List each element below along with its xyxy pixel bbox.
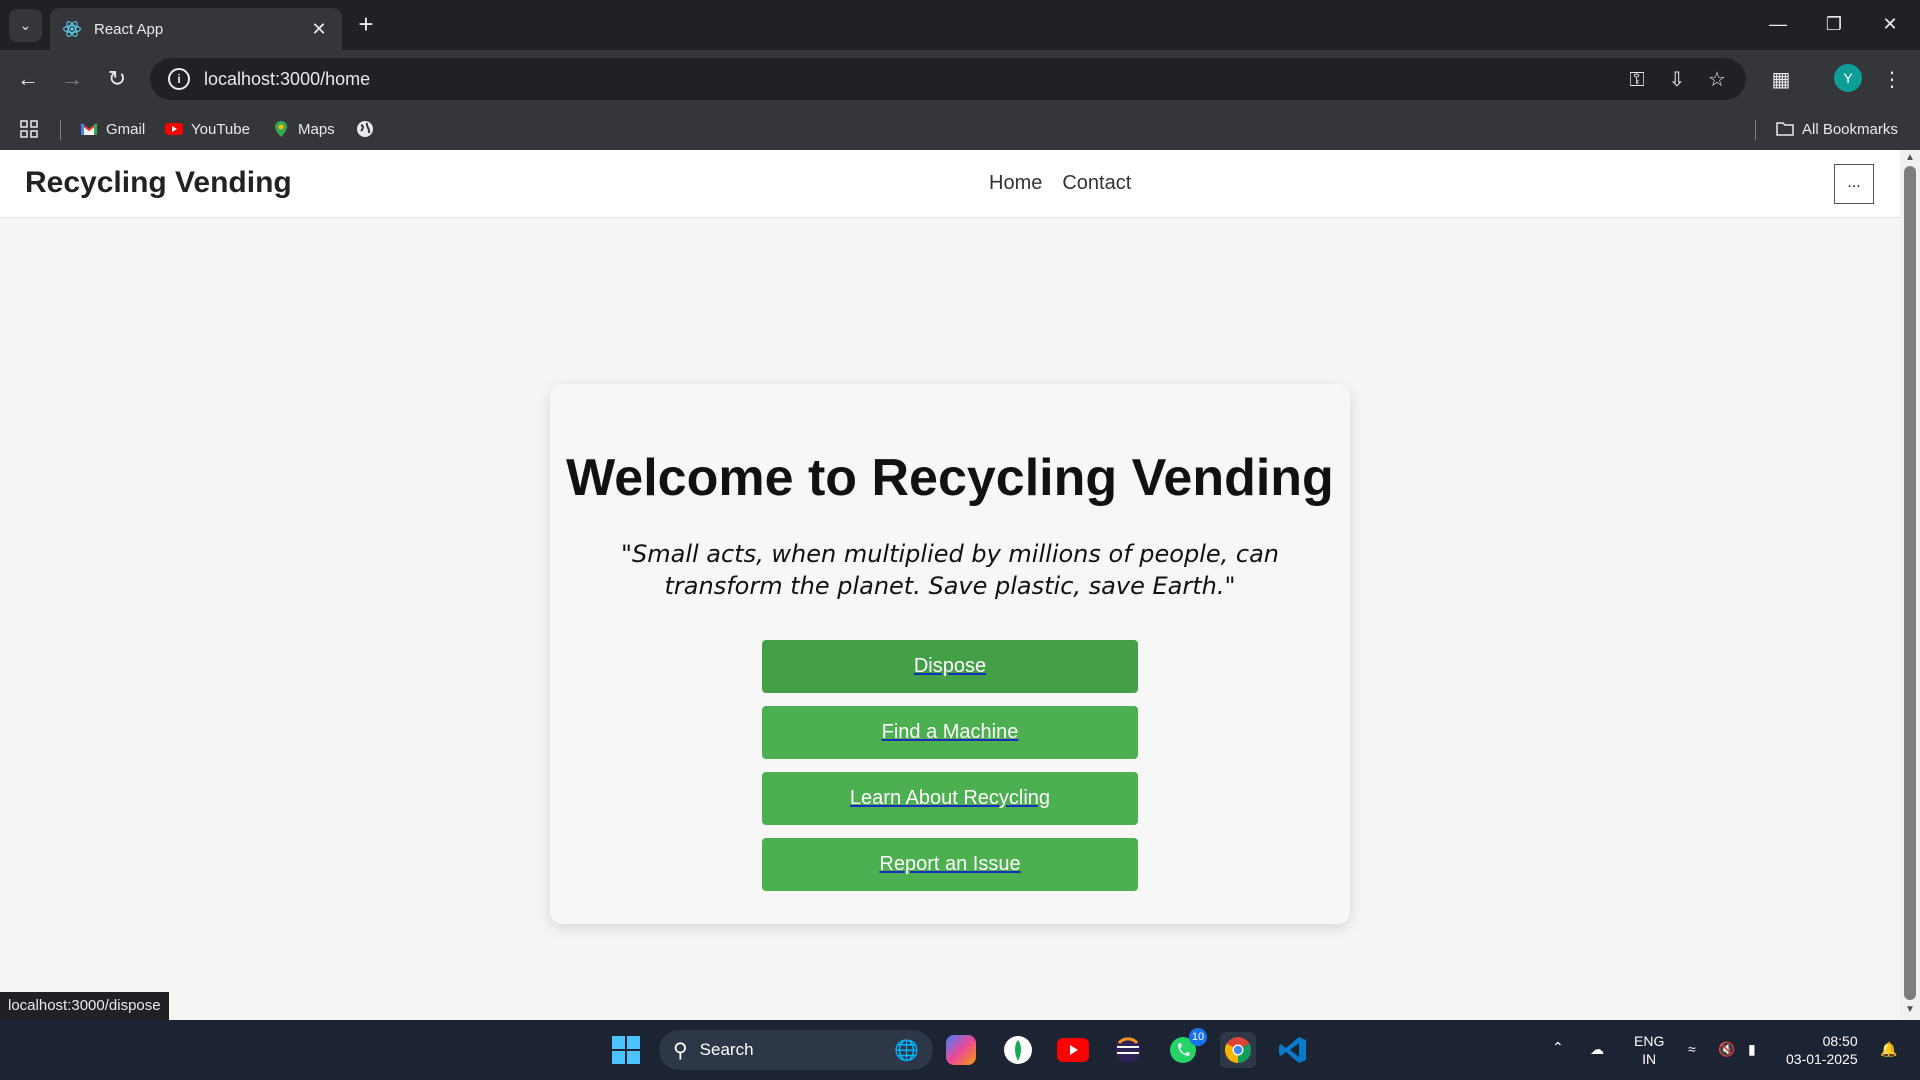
tab-title: React App [94,20,164,38]
minimize-icon[interactable]: — [1758,8,1798,40]
vscode-logo-icon [1279,1037,1306,1063]
nav-links: Home Contact [989,172,1131,195]
clock[interactable]: 08:50 03-01-2025 [1786,1032,1858,1068]
profile-avatar[interactable]: Y [1834,64,1862,92]
clock-time: 08:50 [1822,1033,1858,1049]
react-icon [63,21,81,37]
reload-icon[interactable]: ↻ [101,63,133,95]
bookmark-label: Maps [298,120,335,138]
bookmark-gmail[interactable]: Gmail [80,118,145,140]
site-info-icon[interactable]: i [168,68,190,90]
page-viewport: Recycling Vending Home Contact ... Welco… [0,150,1900,1020]
leaf-icon [1004,1036,1032,1064]
install-app-icon[interactable]: ⇩ [1663,66,1691,94]
grid-icon [20,120,38,138]
nav-link-home[interactable]: Home [989,172,1042,195]
nav-link-contact[interactable]: Contact [1062,172,1131,195]
whatsapp-icon[interactable]: 10 [1165,1028,1207,1068]
apps-grid-icon[interactable] [20,118,38,140]
taskbar-search[interactable]: ⚲ Search 🌐 [659,1030,933,1070]
restore-icon[interactable]: ❐ [1814,8,1854,40]
battery-icon[interactable]: ▮ [1748,1040,1756,1058]
scroll-up-icon[interactable]: ▲ [1904,152,1916,163]
learn-recycling-button[interactable]: Learn About Recycling [762,772,1138,825]
hero-quote: "Small acts, when multiplied by millions… [620,540,1279,600]
onedrive-icon[interactable]: ☁ [1590,1040,1604,1058]
scroll-down-icon[interactable]: ▼ [1904,1004,1916,1015]
bookmark-globe[interactable] [356,118,374,140]
action-buttons: Dispose Find a Machine Learn About Recyc… [550,640,1350,891]
report-issue-button[interactable]: Report an Issue [762,838,1138,891]
search-icon: ⚲ [673,1039,688,1062]
bookmark-divider [60,120,61,140]
all-bookmarks-label: All Bookmarks [1802,120,1898,138]
bookmark-youtube[interactable]: YouTube [165,118,250,140]
app-navbar: Recycling Vending Home Contact ... [0,150,1900,218]
bookmark-divider [1755,120,1756,140]
forward-icon[interactable]: → [56,63,88,95]
scrollbar-thumb[interactable] [1904,166,1916,1000]
tray-overflow-chevron-icon[interactable]: ⌃ [1552,1038,1564,1056]
url-text: localhost:3000/home [204,68,371,89]
eclipse-ide-icon [1115,1037,1141,1063]
tab-search-chevron-icon[interactable]: ⌄ [9,9,42,42]
chrome-icon [1224,1037,1252,1064]
youtube-icon [165,123,183,135]
language-code: ENG [1634,1033,1665,1049]
windows-start-icon[interactable] [608,1032,644,1068]
globe-icon [357,121,373,137]
folder-icon [1776,122,1794,136]
brand-title[interactable]: Recycling Vending [25,166,292,200]
more-menu-icon[interactable]: ⋮ [1878,66,1906,94]
extensions-icon[interactable]: ▦ [1767,66,1795,94]
menu-button[interactable]: ... [1834,164,1874,204]
vscode-icon[interactable] [1275,1032,1311,1068]
all-bookmarks[interactable]: All Bookmarks [1776,118,1898,140]
clock-date: 03-01-2025 [1786,1051,1858,1067]
eclipse-icon[interactable] [1110,1032,1146,1068]
new-tab-icon[interactable]: + [352,10,380,38]
youtube-icon [1057,1038,1089,1062]
copilot-icon[interactable] [946,1035,976,1065]
dispose-button[interactable]: Dispose [762,640,1138,693]
windows-logo-icon [612,1036,640,1064]
find-machine-button[interactable]: Find a Machine [762,706,1138,759]
wifi-icon[interactable]: ≈ [1688,1040,1696,1058]
maps-icon [275,121,287,137]
whatsapp-badge: 10 [1189,1028,1207,1046]
bookmark-label: Gmail [106,120,146,138]
tab-close-icon[interactable]: ✕ [308,19,330,40]
bookmarks-bar: Gmail YouTube Maps All Bookmarks [0,108,1920,150]
close-window-icon[interactable]: ✕ [1870,8,1910,40]
notifications-icon[interactable]: 🔔 [1880,1040,1897,1058]
windows-taskbar: ⚲ Search 🌐 10 ⌃ ☁ ENG IN ≈ 🔇 ▮ 08:50 03-… [0,1020,1920,1080]
mongodb-compass-icon[interactable] [1000,1032,1036,1068]
browser-tab[interactable]: React App ✕ [50,8,342,50]
browser-tabstrip: ⌄ React App ✕ + — ❐ ✕ [0,0,1920,50]
password-key-icon[interactable]: ⚿ [1623,66,1651,94]
speaker-muted-icon[interactable]: 🔇 [1718,1040,1735,1058]
search-highlight-icon: 🌐 [894,1039,919,1062]
bookmark-label: YouTube [191,120,250,138]
address-bar[interactable]: i localhost:3000/home [150,58,1746,100]
taskbar-search-label: Search [699,1040,754,1059]
gmail-icon [80,123,98,135]
page-scrollbar[interactable]: ▲ ▼ [1900,150,1920,1020]
back-icon[interactable]: ← [12,63,44,95]
browser-toolbar: ← → ↻ i localhost:3000/home ⚿ ⇩ ☆ ▦ Y ⋮ [0,50,1920,108]
page-title: Welcome to Recycling Vending [566,449,1334,507]
link-status-bar: localhost:3000/dispose [0,992,169,1020]
bookmark-maps[interactable]: Maps [272,118,335,140]
bookmark-star-icon[interactable]: ☆ [1703,66,1731,94]
language-indicator[interactable]: ENG IN [1634,1032,1664,1068]
region-code: IN [1642,1051,1657,1067]
chrome-taskbar-icon[interactable] [1220,1032,1256,1068]
welcome-card: Welcome to Recycling Vending "Small acts… [550,384,1350,924]
youtube-app-icon[interactable] [1055,1032,1091,1068]
